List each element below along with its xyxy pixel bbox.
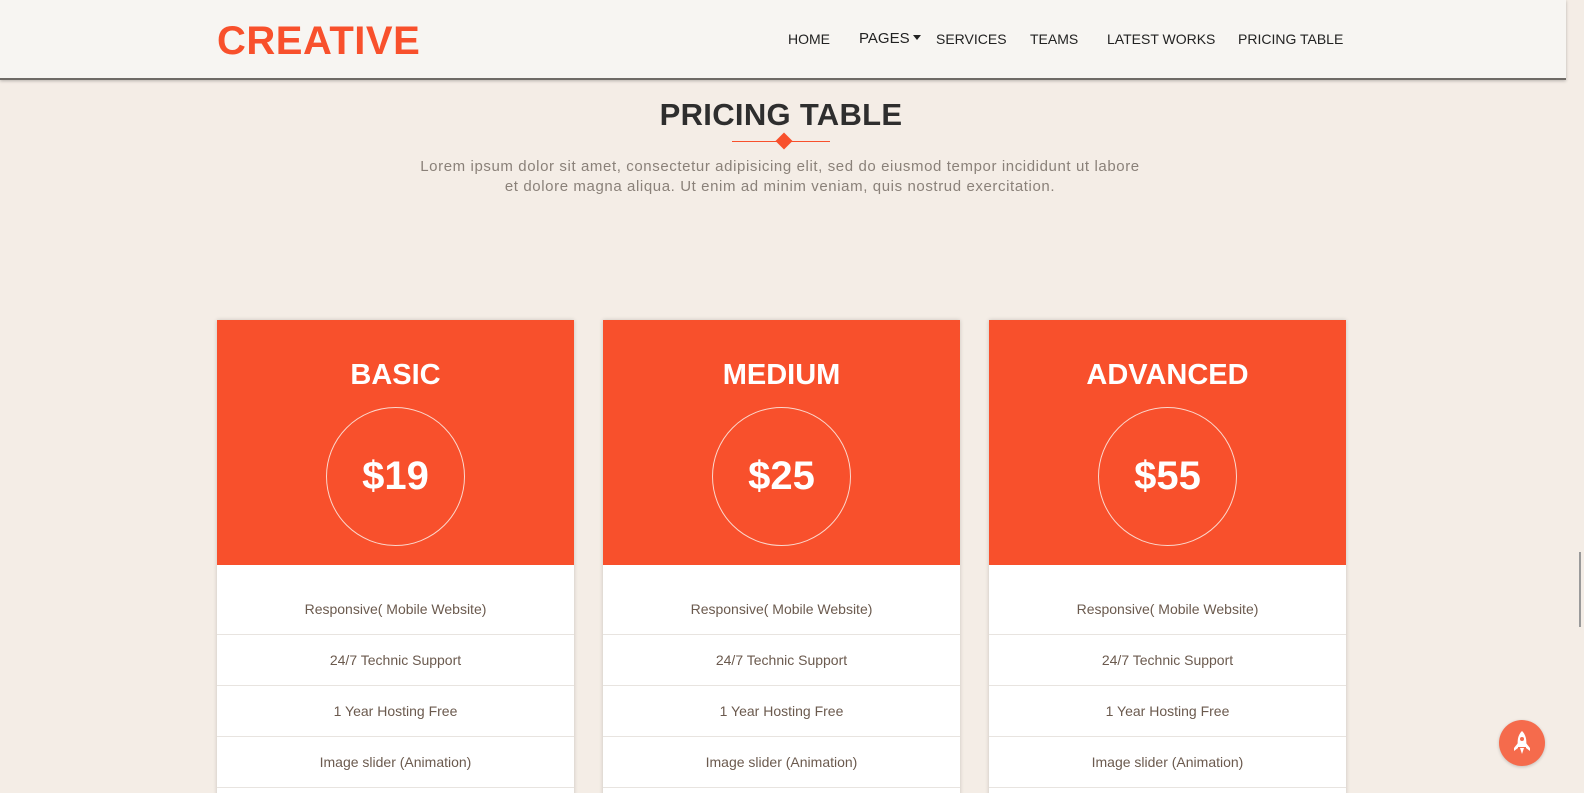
feature-item: 1 Year Hosting Free: [603, 686, 960, 737]
section-title: PRICING TABLE: [659, 97, 903, 132]
feature-item: 1 Year Hosting Free: [217, 686, 574, 737]
price-circle: $55: [1098, 407, 1237, 546]
diamond-icon: [775, 132, 793, 150]
section-intro: Lorem ipsum dolor sit amet, consectetur …: [380, 157, 1180, 197]
feature-item: 24/7 Technic Support: [989, 635, 1346, 686]
pricing-card-medium: MEDIUM $25 Responsive( Mobile Website) 2…: [603, 320, 960, 793]
navbar: CREATIVE HOME PAGES SERVICES TEAMS LATES…: [0, 0, 1566, 80]
feature-item: Responsive( Mobile Website): [989, 565, 1346, 635]
price-circle: $19: [326, 407, 465, 546]
feature-list: Responsive( Mobile Website) 24/7 Technic…: [989, 565, 1346, 788]
feature-item: 24/7 Technic Support: [603, 635, 960, 686]
feature-item: Responsive( Mobile Website): [217, 565, 574, 635]
feature-list: Responsive( Mobile Website) 24/7 Technic…: [603, 565, 960, 788]
intro-line-1: Lorem ipsum dolor sit amet, consectetur …: [420, 158, 1140, 175]
nav-services[interactable]: SERVICES: [936, 31, 1007, 47]
rocket-icon: [1514, 731, 1530, 754]
feature-item: Responsive( Mobile Website): [603, 565, 960, 635]
caret-down-icon: [912, 35, 921, 40]
back-to-top-button[interactable]: [1499, 720, 1545, 766]
scrollbar[interactable]: [1566, 0, 1584, 793]
card-header: BASIC $19: [217, 320, 574, 565]
plan-price: $25: [748, 454, 815, 498]
pricing-card-basic: BASIC $19 Responsive( Mobile Website) 24…: [217, 320, 574, 793]
nav-teams[interactable]: TEAMS: [1030, 31, 1078, 47]
card-header: ADVANCED $55: [989, 320, 1346, 565]
nav-pages[interactable]: PAGES: [859, 31, 921, 47]
price-circle: $25: [712, 407, 851, 546]
feature-item: Image slider (Animation): [217, 737, 574, 788]
pricing-card-advanced: ADVANCED $55 Responsive( Mobile Website)…: [989, 320, 1346, 793]
nav-pages-label: PAGES: [859, 30, 910, 47]
feature-item: 1 Year Hosting Free: [989, 686, 1346, 737]
plan-price: $19: [362, 454, 429, 498]
card-header: MEDIUM $25: [603, 320, 960, 565]
feature-item: 24/7 Technic Support: [217, 635, 574, 686]
intro-line-2: et dolore magna aliqua. Ut enim ad minim…: [504, 178, 1056, 195]
brand-logo[interactable]: CREATIVE: [217, 19, 420, 63]
plan-name: ADVANCED: [1086, 359, 1249, 391]
scrollbar-thumb[interactable]: [1579, 552, 1581, 627]
plan-name: BASIC: [350, 359, 441, 391]
feature-list: Responsive( Mobile Website) 24/7 Technic…: [217, 565, 574, 788]
nav-latest-works[interactable]: LATEST WORKS: [1107, 31, 1215, 47]
plan-name: MEDIUM: [722, 359, 841, 391]
plan-price: $55: [1134, 454, 1201, 498]
feature-item: Image slider (Animation): [603, 737, 960, 788]
nav-pricing-table[interactable]: PRICING TABLE: [1238, 31, 1343, 47]
feature-item: Image slider (Animation): [989, 737, 1346, 788]
nav-home[interactable]: HOME: [788, 31, 830, 47]
